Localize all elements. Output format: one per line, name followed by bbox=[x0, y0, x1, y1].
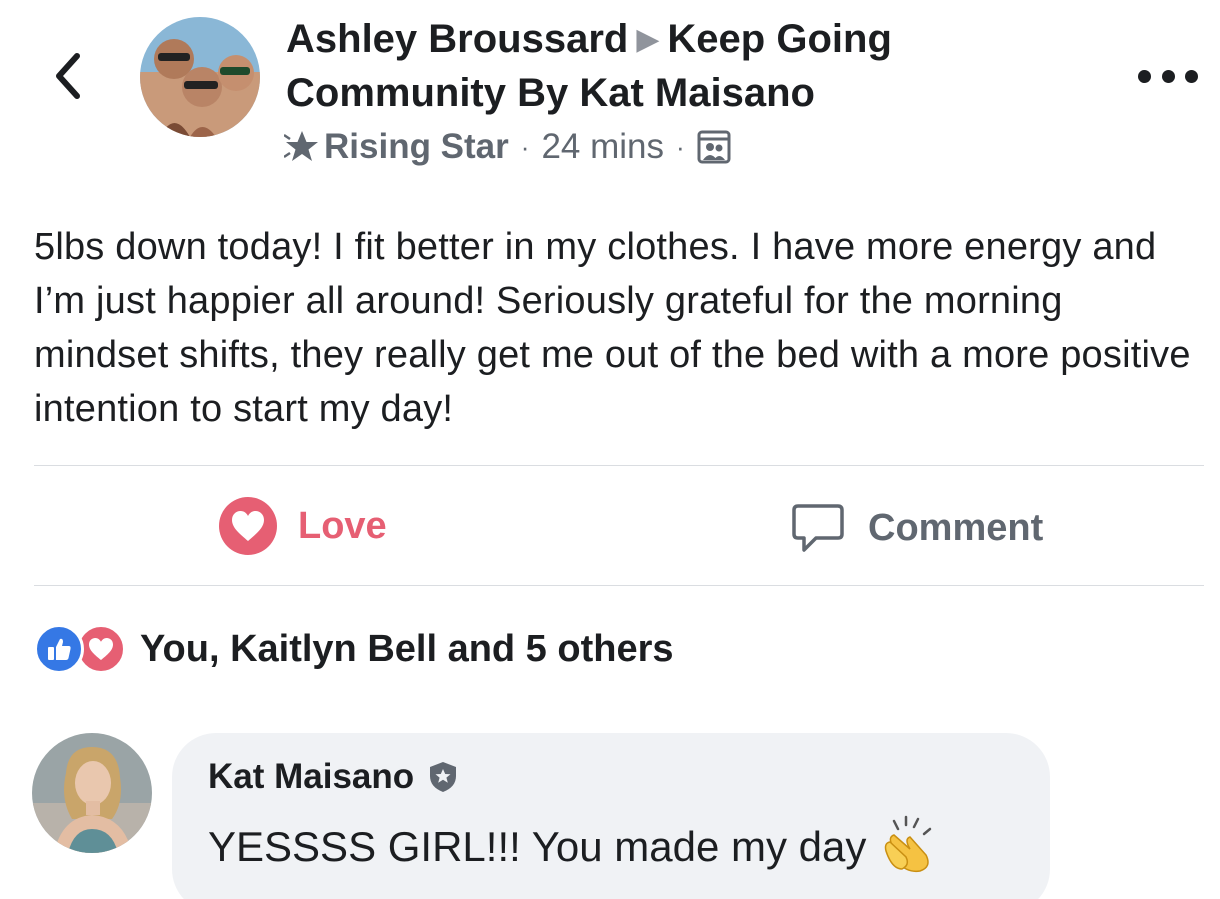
divider bbox=[34, 585, 1204, 586]
comment-button[interactable]: Comment bbox=[790, 498, 1043, 558]
post-meta: Rising Star · 24 mins · bbox=[284, 124, 731, 170]
post-body: 5lbs down today! I fit better in my clot… bbox=[34, 226, 1191, 430]
comment-bubble[interactable]: Kat Maisano YESSSS GIRL!!! You made my d… bbox=[172, 733, 1050, 899]
love-button[interactable]: Love bbox=[218, 496, 387, 556]
separator-dot: · bbox=[520, 131, 530, 162]
comment-label: Comment bbox=[868, 506, 1044, 549]
comment-author-row: Kat Maisano bbox=[208, 757, 458, 797]
more-dots-icon bbox=[1161, 69, 1175, 83]
commenter-avatar[interactable] bbox=[32, 733, 152, 853]
more-dots-icon bbox=[1138, 69, 1151, 83]
divider bbox=[34, 465, 1204, 466]
heart-icon bbox=[219, 497, 277, 555]
star-badge-icon bbox=[284, 131, 318, 161]
post-timestamp[interactable]: 24 mins bbox=[541, 127, 664, 167]
author-avatar[interactable] bbox=[140, 17, 260, 137]
separator-dot: · bbox=[676, 131, 685, 162]
comment-text-row: YESSSS GIRL!!! You made my day bbox=[208, 815, 938, 879]
comment-author-name[interactable]: Kat Maisano bbox=[208, 757, 414, 797]
reactions-text: You, Kaitlyn Bell and 5 others bbox=[140, 627, 674, 670]
group-audience-icon bbox=[697, 130, 731, 164]
post-header-title: Ashley Broussard ▶ Keep Going Community By… bbox=[286, 14, 1046, 119]
reactions-summary[interactable]: You, Kaitlyn Bell and 5 others bbox=[34, 622, 674, 676]
badge-label: Rising Star bbox=[324, 127, 509, 166]
thumbs-up-icon bbox=[34, 624, 84, 674]
shield-star-icon bbox=[430, 762, 457, 792]
more-dots-icon bbox=[1185, 69, 1198, 83]
more-options-button[interactable] bbox=[1138, 60, 1198, 92]
love-label: Love bbox=[298, 504, 387, 547]
triangle-right-icon: ▶ bbox=[636, 23, 660, 56]
chevron-left-icon bbox=[56, 53, 80, 99]
comment-bubble-icon bbox=[792, 504, 844, 552]
back-button[interactable] bbox=[46, 48, 90, 104]
author-name[interactable]: Ashley Broussard bbox=[286, 17, 628, 61]
clapping-hands-icon bbox=[885, 815, 932, 873]
comment-text: YESSSS GIRL!!! You made my day bbox=[208, 823, 867, 871]
